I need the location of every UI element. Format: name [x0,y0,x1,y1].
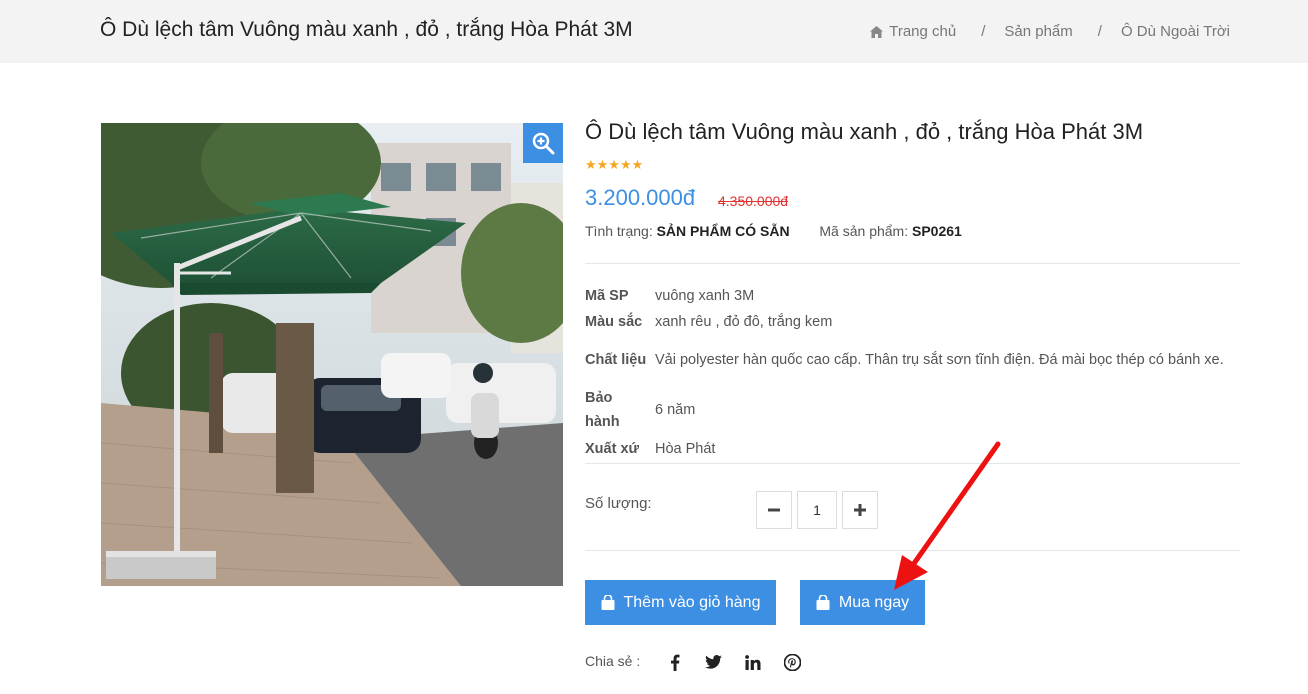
add-to-cart-label: Thêm vào giỏ hàng [623,593,761,611]
sku-label: Mã sản phẩm: [819,223,909,239]
spec-row: Chất liệu Vải polyester hàn quốc cao cấp… [585,335,1240,385]
buy-now-button[interactable]: Mua ngay [800,580,925,625]
spec-key: Chất liệu [585,352,647,368]
breadcrumb-separator: / [1097,23,1102,40]
status-label: Tình trạng: [585,223,653,239]
divider [585,263,1240,264]
shopping-bag-icon [816,595,830,610]
breadcrumb-separator: / [981,23,986,40]
spec-value: 6 năm [655,402,696,418]
page-title: Ô Dù lệch tâm Vuông màu xanh , đỏ , trắn… [100,18,633,41]
zoom-in-icon [532,132,555,155]
pinterest-icon [783,653,801,671]
breadcrumb-current[interactable]: Ô Dù Ngoài Trời [1121,23,1230,40]
spec-row: Màu sắc xanh rêu , đỏ đô, trắng kem [585,309,1240,335]
spec-key: Bảo hành [585,390,620,430]
rating-stars: ★★★★★ [585,157,644,172]
spec-key: Mã SP [585,288,629,304]
facebook-share-button[interactable] [665,652,685,672]
pinterest-share-button[interactable] [782,652,802,672]
product-price: 3.200.000đ [585,185,696,210]
quantity-decrease-button[interactable] [756,491,792,529]
spec-value: Hòa Phát [655,441,716,457]
spec-value: vuông xanh 3M [655,288,755,304]
shopping-bag-icon [601,595,614,610]
spec-row: Mã SP vuông xanh 3M [585,283,1240,309]
quantity-input[interactable] [797,491,837,529]
spec-key: Màu sắc [585,314,643,330]
buy-now-label: Mua ngay [838,593,910,611]
product-image[interactable] [101,123,563,586]
product-photo-illustration [101,123,563,586]
breadcrumb-products[interactable]: Sản phẩm [1004,23,1072,40]
product-status-line: Tình trạng: SẢN PHẨM CÓ SẴN Mã sản phẩm:… [585,223,962,239]
spec-value: Vải polyester hàn quốc cao cấp. Thân trụ… [655,352,1224,368]
spec-value: xanh rêu , đỏ đô, trắng kem [655,314,833,330]
quantity-label: Số lượng: [585,495,652,512]
plus-icon [854,504,866,516]
product-name: Ô Dù lệch tâm Vuông màu xanh , đỏ , trắn… [585,119,1144,144]
linkedin-share-button[interactable] [743,652,763,672]
spec-row: Xuất xứ Hòa Phát [585,435,1240,463]
home-icon [870,25,884,38]
spec-table: Mã SP vuông xanh 3M Màu sắc xanh rêu , đ… [585,283,1240,463]
breadcrumb-home[interactable]: Trang chủ [889,23,956,40]
page-header: Ô Dù lệch tâm Vuông màu xanh , đỏ , trắn… [0,0,1308,63]
minus-icon [768,508,780,512]
add-to-cart-button[interactable]: Thêm vào giỏ hàng [585,580,776,625]
status-value: SẢN PHẨM CÓ SẴN [656,223,790,239]
spec-key: Xuất xứ [585,441,640,457]
spec-row: Bảo hành 6 năm [585,385,1240,435]
twitter-share-button[interactable] [703,652,723,672]
divider [585,550,1240,551]
twitter-icon [704,655,722,669]
share-label: Chia sẻ : [585,653,641,669]
product-old-price: 4.350.000đ [718,193,789,209]
divider [585,463,1240,464]
facebook-icon [671,654,680,671]
linkedin-icon [745,654,761,670]
sku-value: SP0261 [912,223,962,239]
quantity-increase-button[interactable] [842,491,878,529]
breadcrumb: Trang chủ / Sản phẩm / Ô Dù Ngoài Trời [870,23,1230,40]
zoom-button[interactable] [523,123,563,163]
